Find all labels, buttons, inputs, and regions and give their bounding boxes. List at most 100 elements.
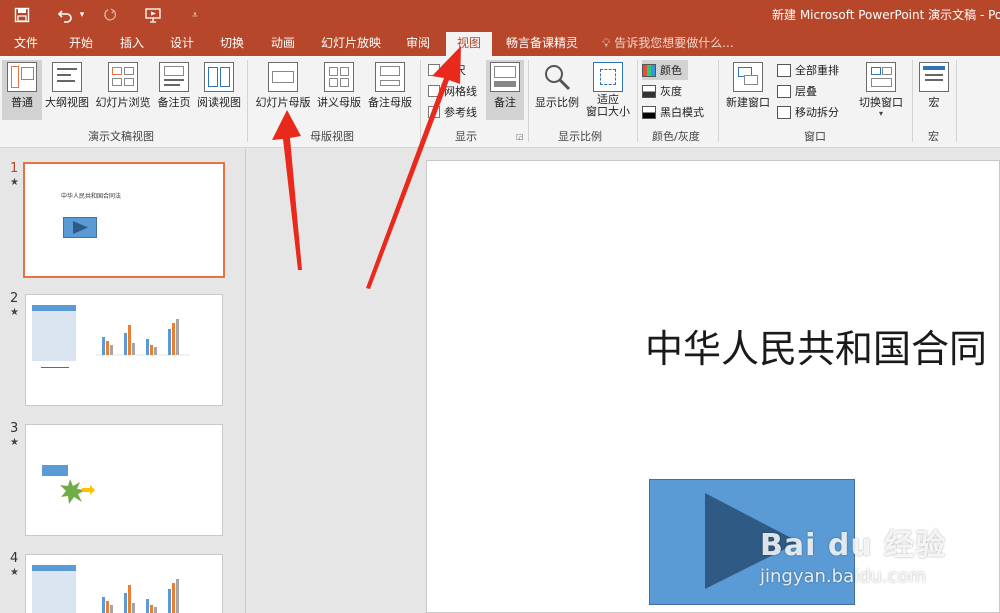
tab-design[interactable]: 设计: [160, 30, 204, 56]
play-shape-thumbnail: [63, 217, 97, 238]
slide-thumbnail-pane[interactable]: 1 ★ 中华人民共和国合同法 2 ★ 3 ★ 4 ★: [0, 149, 246, 613]
black-white-icon: [642, 105, 656, 119]
zoom-button[interactable]: 显示比例: [533, 60, 581, 120]
notes-page-button[interactable]: 备注页: [155, 60, 193, 120]
reading-view-icon: [204, 62, 234, 92]
group-separator: [956, 60, 957, 142]
color-label: 颜色: [660, 64, 682, 77]
animation-star-icon: ★: [10, 437, 19, 448]
lightbulb-icon: 💡︎: [602, 36, 611, 50]
tab-slide-show[interactable]: 幻灯片放映: [314, 30, 388, 56]
reading-view-button[interactable]: 阅读视图: [195, 60, 243, 120]
guides-checkbox[interactable]: 参考线: [428, 102, 477, 122]
gridlines-check-icon: [428, 85, 440, 97]
tab-animations[interactable]: 动画: [260, 30, 306, 56]
notes-master-button[interactable]: 备注母版: [364, 60, 416, 120]
handout-master-button[interactable]: 讲义母版: [315, 60, 363, 120]
slide-sorter-button[interactable]: 幻灯片浏览: [93, 60, 153, 120]
notes-master-icon: [375, 62, 405, 92]
tab-insert[interactable]: 插入: [110, 30, 154, 56]
group-separator: [912, 60, 913, 142]
slide-thumbnail-1[interactable]: 中华人民共和国合同法: [23, 162, 225, 278]
undo-icon[interactable]: [54, 4, 76, 26]
save-icon[interactable]: [10, 4, 34, 26]
animation-star-icon: ★: [10, 567, 19, 578]
slide-number: 4: [10, 551, 19, 566]
link-thumbnail: [41, 367, 69, 368]
new-window-button[interactable]: 新建窗口: [723, 60, 773, 120]
explosion-shape-thumbnail: [60, 479, 95, 504]
black-white-button[interactable]: 黑白模式: [642, 102, 704, 122]
macros-icon: [919, 62, 949, 92]
tab-changyan[interactable]: 畅言备课精灵: [500, 30, 584, 56]
tab-file[interactable]: 文件: [4, 30, 48, 56]
normal-view-button[interactable]: 普通: [2, 60, 42, 120]
ruler-label: 标尺: [444, 64, 466, 77]
grayscale-button[interactable]: 灰度: [642, 81, 682, 101]
notes-button[interactable]: 备注: [486, 60, 524, 120]
group-separator: [247, 60, 248, 142]
show-dialog-launcher-icon[interactable]: ◲: [516, 132, 524, 141]
ribbon-tabs: 文件 开始 插入 设计 切换 动画 幻灯片放映 审阅 视图 畅言备课精灵 💡︎ …: [0, 30, 1000, 56]
notes-page-label: 备注页: [157, 96, 191, 109]
tell-me-text: 告诉我您想要做什么...: [614, 36, 734, 50]
slide-master-button[interactable]: 幻灯片母版: [252, 60, 314, 120]
group-separator: [637, 60, 638, 142]
bar-chart-thumbnail: [102, 579, 179, 613]
color-button[interactable]: 颜色: [642, 60, 688, 80]
tab-view[interactable]: 视图: [446, 32, 492, 56]
color-icon: [642, 63, 656, 77]
cascade-label: 层叠: [795, 85, 817, 98]
notes-icon: [490, 62, 520, 92]
group-separator: [718, 60, 719, 142]
outline-view-label: 大纲视图: [45, 96, 89, 109]
magnifier-icon: [542, 62, 572, 92]
window-title: 新建 Microsoft PowerPoint 演示文稿 - Pow: [772, 8, 1000, 22]
grayscale-label: 灰度: [660, 85, 682, 98]
slide-title-text[interactable]: 中华人民共和国合同: [645, 318, 987, 373]
start-from-beginning-icon[interactable]: [142, 4, 166, 26]
switch-window-dropdown-icon: ▾: [878, 109, 883, 118]
tell-me-search[interactable]: 💡︎ 告诉我您想要做什么...: [602, 30, 734, 56]
ruler-checkbox[interactable]: 标尺: [428, 60, 466, 80]
slide-sorter-icon: [108, 62, 138, 92]
fit-to-window-icon: [593, 62, 623, 92]
redo-icon[interactable]: [100, 4, 120, 26]
notes-master-label: 备注母版: [368, 96, 412, 109]
normal-view-label: 普通: [11, 96, 33, 109]
new-window-icon: [733, 62, 763, 92]
fit-to-window-button[interactable]: 适应 窗口大小: [583, 60, 633, 120]
ribbon-view: 普通 大纲视图 幻灯片浏览 备注页 阅读视图 演示文稿视图 幻灯片母版 讲义母版: [0, 56, 1000, 148]
move-split-icon: [777, 105, 791, 119]
switch-window-button[interactable]: 切换窗口 ▾: [854, 60, 908, 120]
group-separator: [528, 60, 529, 142]
outline-view-button[interactable]: 大纲视图: [42, 60, 92, 120]
cascade-button[interactable]: 层叠: [777, 81, 817, 101]
cascade-icon: [777, 84, 791, 98]
presentation-views-group-label: 演示文稿视图: [88, 130, 154, 143]
gridlines-checkbox[interactable]: 网格线: [428, 81, 477, 101]
bar-chart-thumbnail: [96, 319, 190, 356]
black-white-label: 黑白模式: [660, 106, 704, 119]
arrange-all-button[interactable]: 全部重排: [777, 60, 839, 80]
tab-review[interactable]: 审阅: [396, 30, 440, 56]
tab-transitions[interactable]: 切换: [210, 30, 254, 56]
move-split-button[interactable]: 移动拆分: [777, 102, 839, 122]
zoom-group-label: 显示比例: [558, 130, 602, 143]
slide-number: 1: [10, 161, 19, 176]
normal-view-icon: [7, 62, 37, 92]
macros-button[interactable]: 宏: [916, 60, 952, 120]
gridlines-label: 网格线: [444, 85, 477, 98]
slide-thumbnail-3[interactable]: [25, 424, 223, 536]
new-window-label: 新建窗口: [726, 96, 770, 109]
show-group-label: 显示: [455, 130, 477, 143]
tab-home[interactable]: 开始: [58, 30, 104, 56]
customize-toolbar-icon[interactable]: ⩡: [188, 4, 202, 26]
slide-thumbnail-4[interactable]: [25, 554, 223, 613]
arrange-all-icon: [777, 63, 791, 77]
switch-window-icon: [866, 62, 896, 92]
undo-dropdown-icon[interactable]: ▾: [77, 4, 87, 26]
handout-master-icon: [324, 62, 354, 92]
slide-master-label: 幻灯片母版: [255, 96, 311, 109]
slide-thumbnail-2[interactable]: [25, 294, 223, 406]
